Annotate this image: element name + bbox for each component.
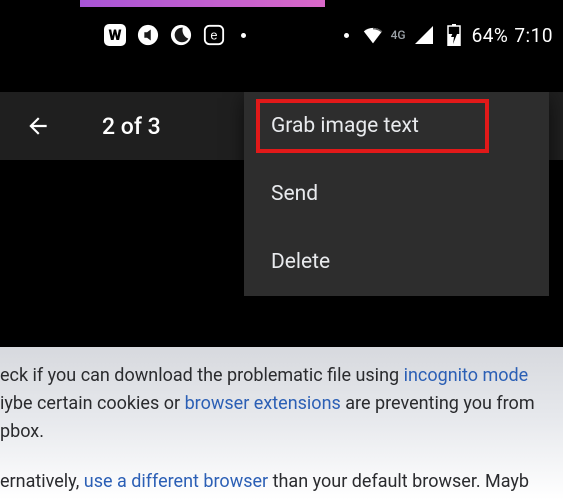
- network-label: 4G: [391, 28, 406, 42]
- photo-text: eck if you can download the problematic …: [0, 365, 404, 386]
- battery-percent: 64%: [472, 24, 509, 47]
- top-accent-strip: [80, 0, 325, 7]
- status-right-group: 4G 64% 7:10: [338, 23, 553, 47]
- photo-text: are preventing you from: [341, 393, 535, 414]
- menu-item-label: Send: [271, 182, 318, 206]
- volume-icon: [136, 23, 160, 47]
- menu-item-send[interactable]: Send: [244, 160, 549, 228]
- clock: 7:10: [514, 24, 553, 47]
- page-counter: 2 of 3: [102, 113, 161, 140]
- menu-item-label: Delete: [271, 250, 330, 274]
- moon-icon: [169, 23, 193, 47]
- photo-text: than your default browser. Mayb: [268, 471, 529, 492]
- photo-text-link: incognito mode: [404, 365, 529, 386]
- status-dot: [241, 33, 246, 38]
- arrow-left-icon: [25, 113, 51, 139]
- photo-preview[interactable]: eck if you can download the problematic …: [0, 347, 563, 500]
- menu-item-label: Grab image text: [271, 114, 419, 138]
- wifi-icon: [361, 23, 385, 47]
- status-bar: W e 4G 64% 7:10: [0, 18, 563, 52]
- status-dot: [344, 33, 349, 38]
- e-app-icon: e: [202, 23, 226, 47]
- app-w-icon: W: [103, 23, 127, 47]
- status-left-group: W e: [103, 23, 252, 47]
- photo-text-link: browser extensions: [185, 393, 341, 414]
- context-menu: Grab image text Send Delete: [244, 92, 549, 296]
- battery-icon: [442, 23, 466, 47]
- photo-text: iybe certain cookies or: [0, 393, 185, 414]
- photo-text-paragraph: eck if you can download the problematic …: [0, 362, 563, 446]
- svg-text:e: e: [210, 28, 217, 43]
- app-w-badge: W: [104, 24, 126, 46]
- menu-item-grab-image-text[interactable]: Grab image text: [244, 92, 549, 160]
- back-button[interactable]: [18, 106, 58, 146]
- photo-text-paragraph: ernatively, use a different browser than…: [0, 468, 563, 496]
- photo-text: pbox.: [0, 421, 44, 442]
- menu-item-delete[interactable]: Delete: [244, 228, 549, 296]
- signal-icon: [412, 23, 436, 47]
- photo-text: ernatively,: [0, 471, 84, 492]
- photo-text-link: use a different browser: [84, 471, 268, 492]
